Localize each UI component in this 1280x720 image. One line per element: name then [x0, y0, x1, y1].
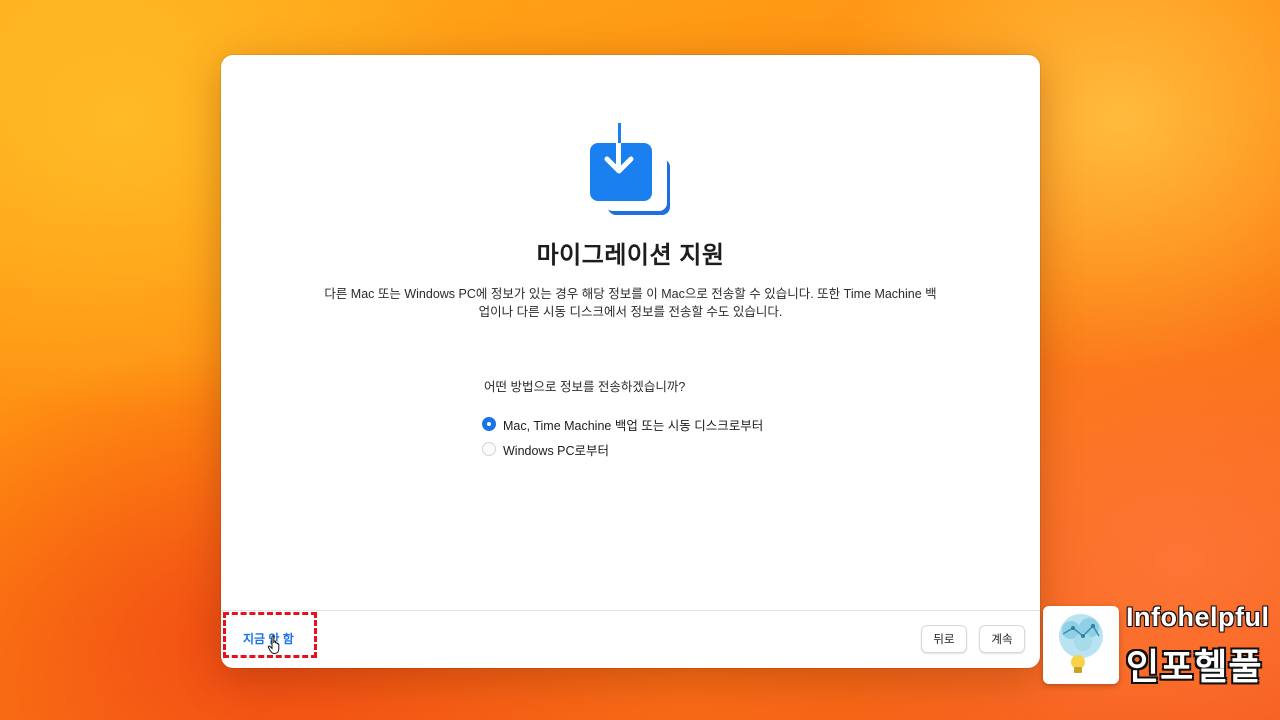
back-button[interactable]: 뒤로 [921, 625, 967, 653]
radio-windows-pc[interactable] [482, 442, 496, 456]
brand-logo [1043, 606, 1119, 684]
migration-download-icon [590, 123, 670, 215]
description-line-2: 업이나 다른 시동 디스크에서 정보를 전송할 수도 있습니다. [478, 305, 783, 319]
continue-button[interactable]: 계속 [979, 625, 1025, 653]
page-title: 마이그레이션 지원 [536, 242, 725, 269]
brand-name-english: Infohelpful [1126, 602, 1270, 632]
radio-mac-time-machine[interactable] [482, 417, 496, 431]
description-line-1: 다른 Mac 또는 Windows PC에 정보가 있는 경우 해당 정보를 이… [324, 287, 937, 301]
transfer-method-question: 어떤 방법으로 정보를 전송하겠습니까? [484, 380, 686, 394]
brand-name-korean: 인포헬풀 [1126, 647, 1263, 688]
option-windows-pc[interactable]: Windows PC로부터 [482, 437, 763, 461]
hand-pointer-icon [267, 635, 280, 655]
transfer-method-options: Mac, Time Machine 백업 또는 시동 디스크로부터 Window… [482, 412, 763, 462]
brain-lightbulb-icon [1059, 614, 1103, 673]
option-label: Windows PC로부터 [503, 443, 610, 458]
option-label: Mac, Time Machine 백업 또는 시동 디스크로부터 [503, 418, 764, 433]
footer-divider [221, 610, 1040, 611]
migration-assistant-window: 마이그레이션 지원 다른 Mac 또는 Windows PC에 정보가 있는 경… [221, 55, 1040, 668]
description-text: 다른 Mac 또는 Windows PC에 정보가 있는 경우 해당 정보를 이… [303, 285, 958, 321]
option-mac-time-machine[interactable]: Mac, Time Machine 백업 또는 시동 디스크로부터 [482, 412, 763, 436]
